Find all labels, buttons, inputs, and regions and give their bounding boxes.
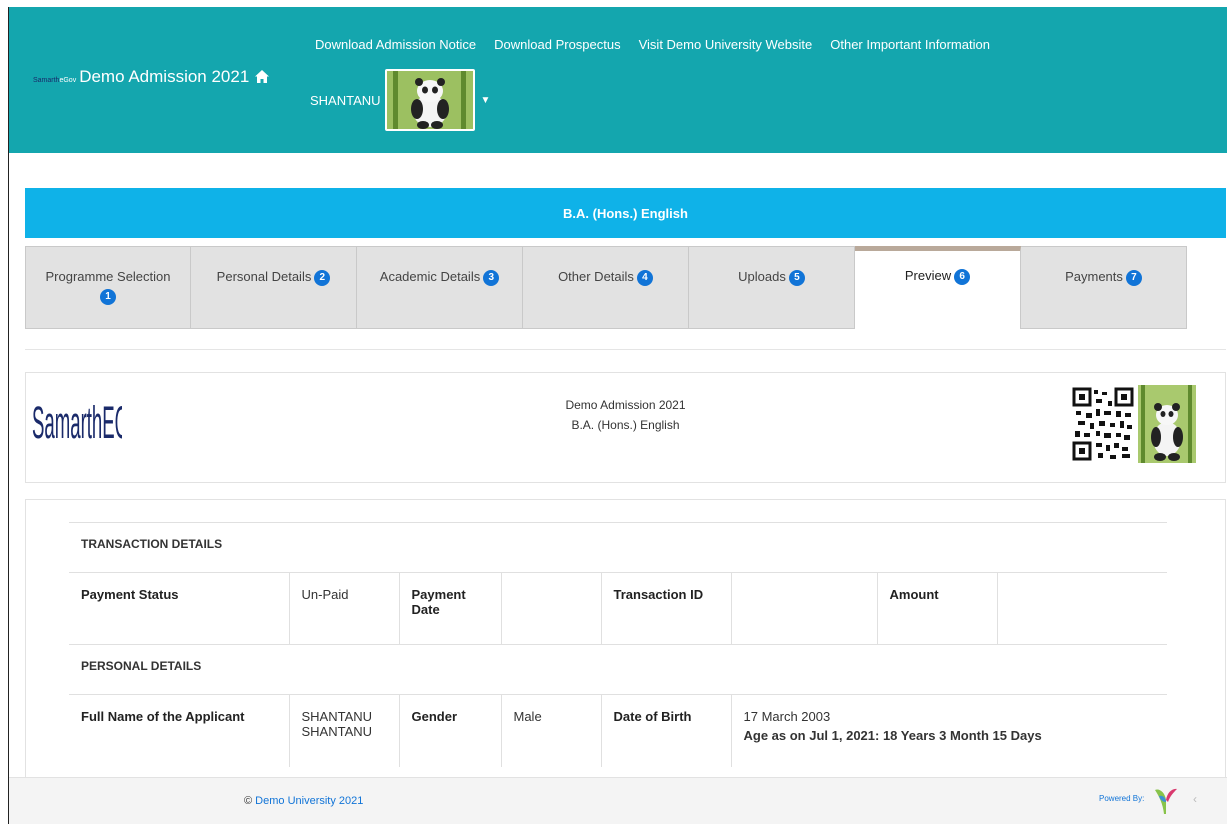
nav-link-admission-notice[interactable]: Download Admission Notice (315, 37, 476, 52)
tab-label: Programme Selection (45, 269, 171, 284)
top-navbar: SamartheGov Demo Admission 2021 Download… (9, 7, 1227, 153)
amount-label: Amount (876, 572, 997, 645)
dob-label: Date of Birth (600, 694, 731, 767)
gender-label: Gender (398, 694, 501, 767)
dob-value: 17 March 2003 (743, 709, 831, 724)
preview-title: Demo Admission 2021 B.A. (Hons.) English (26, 395, 1225, 435)
university-link[interactable]: Demo University 2021 (255, 795, 363, 807)
details-table: TRANSACTION DETAILS Payment Status Un-Pa… (69, 522, 1167, 767)
transaction-id-value (730, 572, 877, 645)
step-tabs: Programme Selection 1 Personal Details 2 … (25, 246, 1226, 329)
chevron-down-icon[interactable]: ▼ (481, 95, 491, 106)
qr-code-icon (1072, 387, 1134, 461)
copyright-symbol: © (244, 795, 253, 807)
tab-preview[interactable]: Preview 6 (855, 246, 1021, 329)
browser-frame: SamartheGov Demo Admission 2021 Download… (8, 7, 1227, 824)
table-row: Payment Status Un-Paid Payment Date Tran… (69, 572, 1167, 645)
admission-title: Demo Admission 2021 (565, 398, 686, 412)
tab-personal-details[interactable]: Personal Details 2 (191, 246, 357, 329)
full-name-value: SHANTANU SHANTANU (288, 694, 399, 767)
payment-status-value: Un-Paid (288, 572, 399, 645)
table-row: PERSONAL DETAILS (69, 644, 1167, 695)
table-row: TRANSACTION DETAILS (69, 522, 1167, 573)
step-badge: 4 (636, 269, 653, 286)
user-name[interactable]: SHANTANU (310, 93, 381, 108)
payment-status-label: Payment Status (69, 572, 289, 645)
payment-date-label: Payment Date (398, 572, 501, 645)
step-badge: 1 (100, 289, 116, 305)
tab-payments[interactable]: Payments 7 (1021, 246, 1187, 329)
programme-banner: B.A. (Hons.) English (25, 188, 1226, 238)
step-badge: 5 (788, 269, 805, 286)
table-row: Full Name of the Applicant SHANTANU SHAN… (69, 694, 1167, 767)
age-text: Age as on Jul 1, 2021: 18 Years 3 Month … (743, 728, 1042, 743)
preview-header: SamarthEGov Demo Admission 2021 B.A. (Ho… (25, 372, 1226, 483)
full-name-label: Full Name of the Applicant (69, 694, 289, 767)
tab-label: Academic Details (379, 269, 481, 284)
brand-title[interactable]: Demo Admission 2021 (79, 67, 249, 87)
top-strip (0, 0, 1227, 7)
nav-link-university-website[interactable]: Visit Demo University Website (639, 37, 813, 52)
tab-label: Uploads (738, 269, 786, 284)
tab-programme-selection[interactable]: Programme Selection 1 (25, 246, 191, 329)
nav-links: Download Admission Notice Download Prosp… (315, 37, 990, 52)
applicant-photo (1138, 385, 1196, 463)
application-details: TRANSACTION DETAILS Payment Status Un-Pa… (25, 499, 1226, 777)
yii-logo-icon[interactable] (1153, 786, 1179, 816)
programme-subtitle: B.A. (Hons.) English (571, 418, 680, 432)
nav-link-other-info[interactable]: Other Important Information (830, 37, 990, 52)
tab-other-details[interactable]: Other Details 4 (523, 246, 689, 329)
payment-date-value (500, 572, 601, 645)
personal-section-header: PERSONAL DETAILS (69, 644, 1167, 695)
brand[interactable]: SamartheGov Demo Admission 2021 (33, 67, 270, 87)
gender-value: Male (500, 694, 601, 767)
step-badge: 7 (1125, 269, 1142, 286)
powered-by-label: Powered By: (1099, 794, 1145, 803)
tab-academic-details[interactable]: Academic Details 3 (357, 246, 523, 329)
footer: © Demo University 2021 Powered By: ‹ (9, 777, 1227, 824)
tab-label: Other Details (558, 269, 634, 284)
tab-uploads[interactable]: Uploads 5 (689, 246, 855, 329)
tab-label: Payments (1065, 269, 1123, 284)
transaction-id-label: Transaction ID (600, 572, 731, 645)
dob-cell: 17 March 2003 Age as on Jul 1, 2021: 18 … (730, 694, 1167, 767)
tab-label: Personal Details (216, 269, 312, 284)
step-badge: 2 (314, 269, 331, 286)
programme-title: B.A. (Hons.) English (563, 205, 688, 221)
divider (25, 349, 1226, 350)
step-badge: 3 (483, 269, 500, 286)
avatar[interactable] (384, 69, 475, 131)
home-icon[interactable] (255, 70, 270, 83)
amount-value (996, 572, 1167, 645)
tab-label: Preview (904, 268, 952, 283)
nav-link-prospectus[interactable]: Download Prospectus (494, 37, 620, 52)
brand-logo-small: SamartheGov (33, 77, 77, 84)
transaction-section-header: TRANSACTION DETAILS (69, 522, 1167, 573)
user-menu[interactable]: SHANTANU ▼ (310, 69, 490, 131)
chevron-left-icon[interactable]: ‹ (1193, 792, 1197, 806)
copyright: © Demo University 2021 (244, 795, 363, 807)
step-badge: 6 (954, 268, 971, 285)
